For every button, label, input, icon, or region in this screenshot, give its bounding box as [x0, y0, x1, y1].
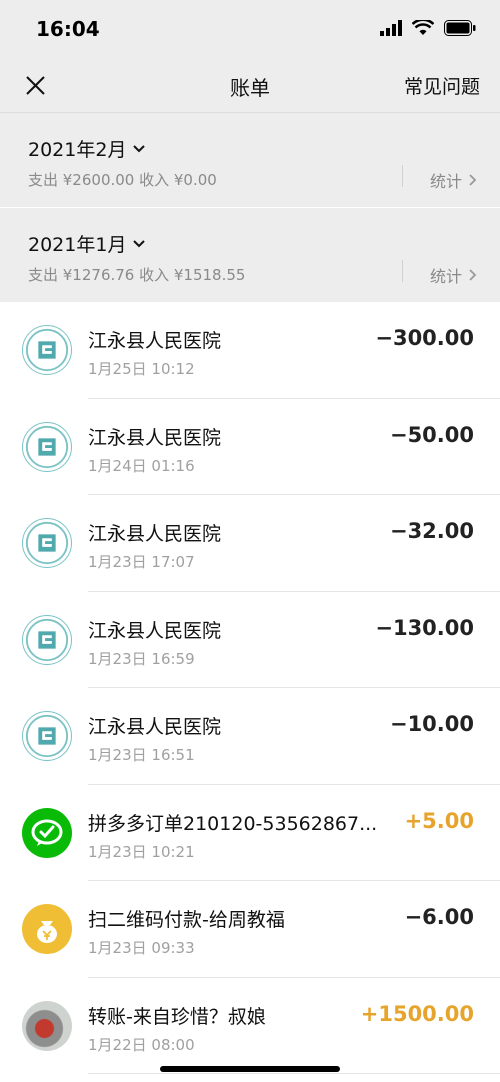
transaction-time: 1月23日 16:59 [88, 649, 195, 668]
divider [88, 1073, 500, 1074]
navigation-bar: 账单 常见问题 [0, 60, 500, 113]
hospital-logo-icon [22, 614, 72, 665]
transaction-name: 江永县人民医院 [88, 426, 222, 449]
money-bag-icon [22, 904, 72, 954]
home-indicator[interactable] [160, 1066, 340, 1072]
faq-link[interactable]: 常见问题 [404, 72, 480, 99]
wechat-pay-icon [22, 807, 72, 858]
statistics-label: 统计 [430, 172, 463, 191]
hospital-logo-icon [22, 325, 72, 375]
month-section-feb: 2021年2月 支出 ¥2600.00 收入 ¥0.00 统计 [0, 113, 500, 207]
transaction-name: 江永县人民医院 [88, 523, 222, 545]
transaction-amount: −6.00 [404, 905, 474, 929]
transaction-amount: −32.00 [389, 519, 474, 543]
transaction-amount: +1500.00 [360, 1001, 474, 1026]
transaction-row[interactable]: 转账-来自珍惜？叔娘 1月22日 08:00 +1500.00 [0, 978, 500, 1074]
statistics-link[interactable]: 统计 [430, 168, 477, 192]
month-summary: 支出 ¥1276.76 收入 ¥1518.55 [28, 266, 246, 284]
hospital-logo-icon [22, 711, 72, 761]
month-title: 2021年1月 [28, 234, 127, 256]
transaction-time: 1月23日 16:51 [88, 746, 195, 764]
transaction-time: 1月23日 09:33 [88, 939, 195, 957]
status-time: 16:04 [36, 17, 100, 41]
statistics-link[interactable]: 统计 [430, 263, 477, 287]
month-section-jan: 2021年1月 支出 ¥1276.76 收入 ¥1518.55 统计 [0, 208, 500, 302]
chevron-down-icon [133, 239, 146, 247]
battery-icon [444, 20, 476, 36]
transaction-amount: −130.00 [375, 615, 474, 640]
statistics-label: 统计 [430, 267, 463, 286]
transaction-row[interactable]: 江永县人民医院 1月23日 17:07 −32.00 [0, 495, 500, 592]
transaction-amount: −10.00 [389, 712, 474, 736]
transaction-time: 1月23日 17:07 [88, 553, 195, 571]
transaction-list: 江永县人民医院 1月25日 10:12 −300.00 江永县人民医院 1月24… [0, 302, 500, 1074]
transaction-row[interactable]: 江永县人民医院 1月24日 01:16 −50.00 [0, 399, 500, 495]
transaction-name: 江永县人民医院 [88, 716, 222, 738]
transaction-row[interactable]: 扫二维码付款-给周教福 1月23日 09:33 −6.00 [0, 881, 500, 978]
transaction-name: 扫二维码付款-给周教福 [88, 909, 285, 931]
month-selector[interactable]: 2021年2月 [28, 135, 146, 162]
transaction-row[interactable]: 江永县人民医院 1月23日 16:51 −10.00 [0, 688, 500, 785]
divider [402, 260, 403, 282]
month-selector[interactable]: 2021年1月 [28, 230, 146, 257]
chevron-right-icon [469, 174, 477, 186]
transaction-time: 1月22日 08:00 [88, 1035, 195, 1054]
chevron-right-icon [469, 269, 477, 281]
transaction-row[interactable]: 江永县人民医院 1月25日 10:12 −300.00 [0, 302, 500, 399]
transaction-row[interactable]: 拼多多订单210120-53562867... 1月23日 10:21 +5.0… [0, 785, 500, 881]
cellular-signal-icon [380, 20, 402, 36]
transaction-amount: −300.00 [375, 326, 474, 350]
transaction-row[interactable]: 江永县人民医院 1月23日 16:59 −130.00 [0, 592, 500, 688]
transaction-name: 江永县人民医院 [88, 330, 222, 352]
status-bar: 16:04 [0, 0, 500, 60]
transaction-time: 1月23日 10:21 [88, 842, 195, 861]
wifi-icon [412, 20, 434, 35]
transaction-name: 转账-来自珍惜？叔娘 [88, 1005, 266, 1028]
chevron-down-icon [133, 144, 146, 152]
transaction-name: 拼多多订单210120-53562867... [88, 812, 378, 835]
month-summary: 支出 ¥2600.00 收入 ¥0.00 [28, 171, 217, 189]
status-icons [380, 20, 476, 36]
month-title: 2021年2月 [28, 139, 127, 161]
user-photo-avatar [22, 1000, 72, 1051]
transaction-amount: −50.00 [389, 422, 474, 447]
transaction-time: 1月24日 01:16 [88, 456, 195, 475]
hospital-logo-icon [22, 518, 72, 568]
transaction-name: 江永县人民医院 [88, 619, 222, 642]
transaction-amount: +5.00 [404, 808, 474, 833]
transaction-time: 1月25日 10:12 [88, 360, 195, 378]
divider [402, 165, 403, 187]
hospital-logo-icon [22, 421, 72, 472]
